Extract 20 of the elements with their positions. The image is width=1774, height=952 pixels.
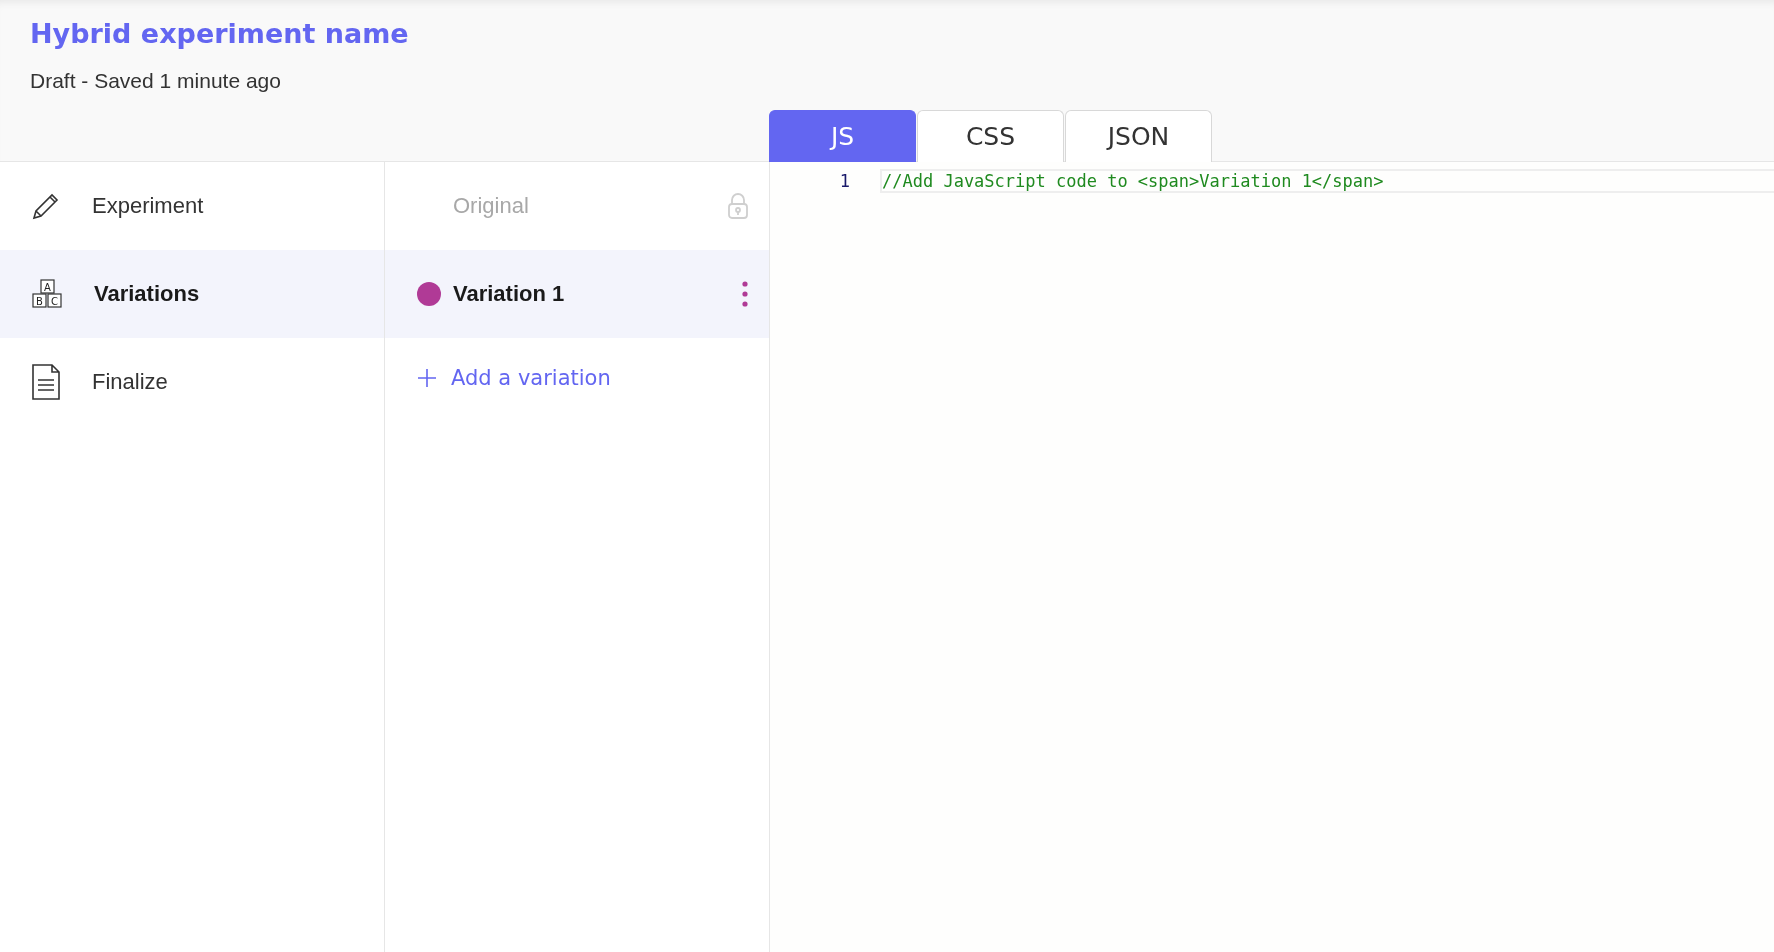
editor-tab[interactable]: JSON	[1065, 110, 1212, 162]
editor-tab[interactable]: JS	[769, 110, 916, 162]
add-variation-label: Add a variation	[451, 366, 611, 390]
editor-tab[interactable]: CSS	[917, 110, 1064, 162]
lock-icon	[727, 192, 749, 220]
add-variation-link[interactable]: Add a variation	[385, 338, 769, 418]
variation-name: Variation 1	[453, 281, 566, 307]
sidebar-label: Experiment	[92, 193, 204, 219]
more-options-icon[interactable]	[741, 281, 749, 307]
variation-row[interactable]: Variation 1	[385, 250, 769, 338]
document-icon	[30, 363, 62, 401]
variation-name: Original	[453, 193, 530, 219]
sidebar-item[interactable]: A B C Variations	[0, 250, 384, 338]
plus-icon	[417, 368, 437, 388]
line-number: 1	[838, 171, 851, 191]
code-line[interactable]: //Add JavaScript code to <span>Variation 1</span>	[880, 169, 1774, 193]
experiment-title: Hybrid experiment name	[30, 18, 410, 49]
save-status: Draft - Saved 1 minute ago	[30, 69, 282, 93]
sidebar-label: Variations	[94, 281, 200, 307]
sidebar-label: Finalize	[92, 369, 168, 395]
